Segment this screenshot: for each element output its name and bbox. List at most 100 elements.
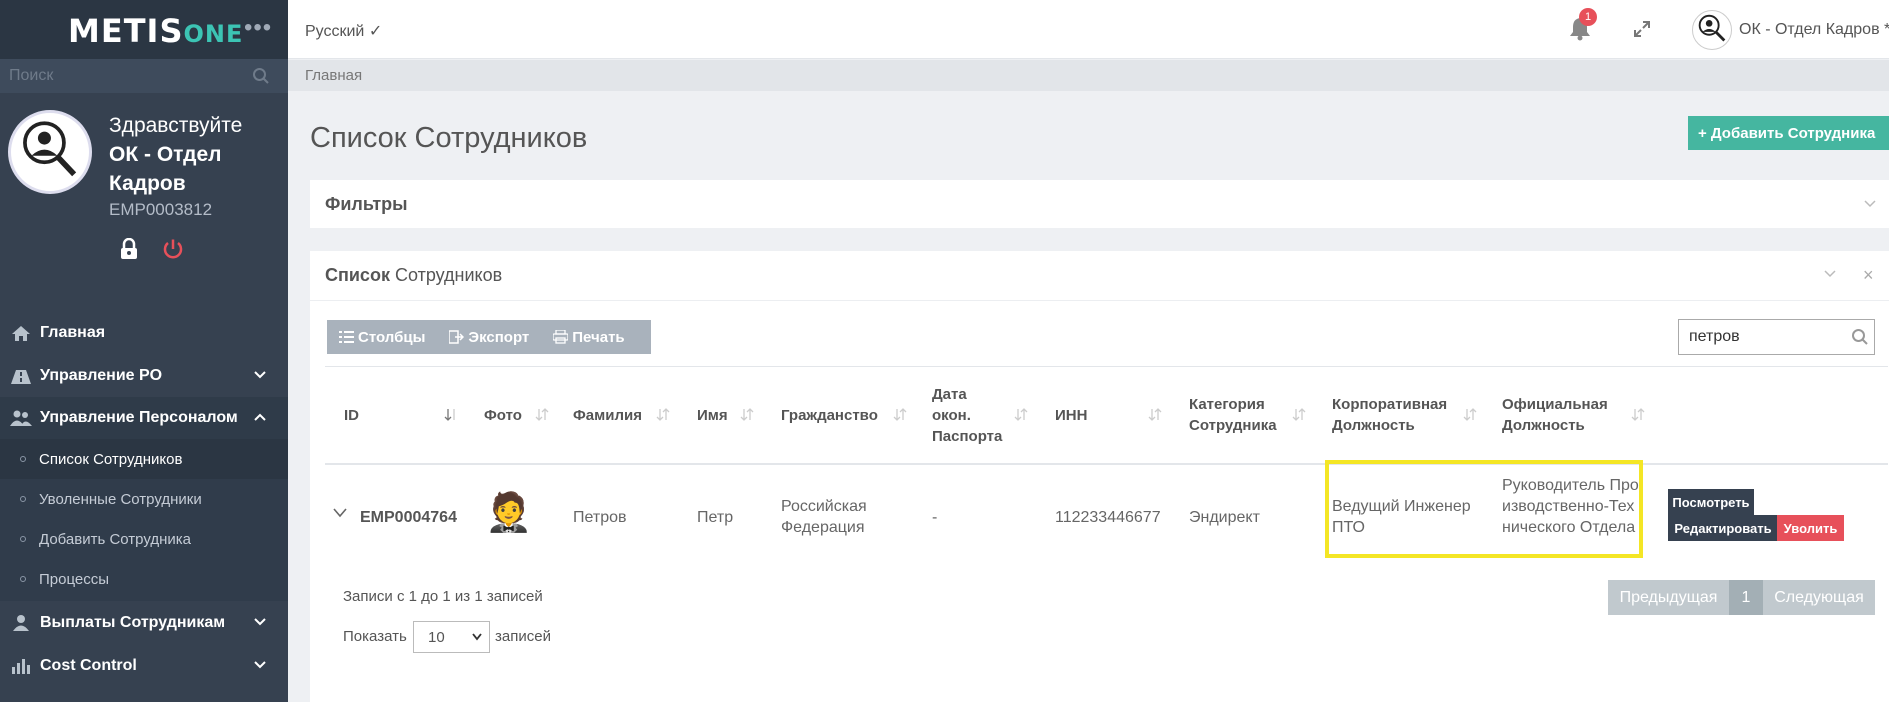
chevron-up-icon	[254, 413, 266, 421]
search-icon[interactable]	[252, 67, 270, 85]
sidebar-subitem-fired-employees[interactable]: Уволенные Сотрудники	[0, 479, 288, 519]
column-header-name[interactable]: Имя	[697, 405, 728, 426]
edit-button[interactable]: Редактировать	[1668, 515, 1778, 541]
sidebar-item-personnel[interactable]: Управление Персоналом	[0, 397, 288, 439]
language-selector[interactable]: Русский ✓	[305, 21, 382, 41]
sidebar-item-label: Cost Control	[40, 657, 137, 674]
sidebar-item-cost-control[interactable]: Cost Control	[0, 645, 288, 687]
sort-icon[interactable]	[1148, 407, 1162, 423]
close-icon[interactable]: ×	[1863, 265, 1874, 286]
sort-icon[interactable]	[1631, 407, 1645, 423]
lock-icon[interactable]	[119, 238, 139, 260]
page-length-value: 10	[428, 628, 445, 646]
column-header-surname[interactable]: Фамилия	[573, 405, 642, 426]
column-header-passport-expiry[interactable]: Дата окон. Паспорта	[932, 384, 1004, 447]
cell-id[interactable]: EMP0004764	[360, 507, 457, 528]
header-user-menu[interactable]: ОК - Отдел Кадров *	[1739, 21, 1889, 39]
divider	[310, 300, 1889, 301]
bullet-icon	[20, 496, 26, 502]
sidebar-subitem-label: Список Сотрудников	[39, 450, 183, 468]
sort-icon[interactable]	[1014, 407, 1028, 423]
sort-desc-icon[interactable]	[444, 407, 458, 423]
list-title-rest: Сотрудников	[389, 265, 503, 285]
prev-page-button[interactable]: Предыдущая	[1608, 580, 1729, 615]
user-search-icon	[23, 121, 77, 177]
sidebar-search-input[interactable]	[0, 59, 240, 93]
chevron-down-icon[interactable]	[333, 508, 347, 518]
logo-suffix: ONE	[183, 20, 244, 48]
export-icon	[449, 330, 465, 344]
columns-button[interactable]: Столбцы	[327, 320, 437, 354]
chevron-down-icon	[254, 371, 266, 379]
sidebar: METISONE ••• Здравствуйте ОК - Отдел Кад…	[0, 0, 288, 702]
cell-citizenship: Российская Федерация	[781, 498, 867, 536]
page-1-button[interactable]: 1	[1729, 580, 1763, 615]
sort-icon[interactable]	[893, 407, 907, 423]
collapse-icon[interactable]	[1823, 268, 1837, 280]
add-employee-button[interactable]: + Добавить Сотрудника	[1688, 116, 1889, 150]
records-info: Записи с 1 до 1 из 1 записей	[343, 588, 543, 605]
sidebar-item-label: Управление PO	[40, 367, 163, 384]
column-header-inn[interactable]: ИНН	[1055, 405, 1087, 426]
page-length-select[interactable]: 10	[413, 621, 490, 653]
employee-id: EMP0003812	[109, 200, 213, 219]
highlight-box	[1325, 460, 1643, 558]
column-header-corporate-position[interactable]: Корпоративная Должность	[1332, 394, 1462, 436]
sort-icon[interactable]	[535, 407, 549, 423]
home-icon	[12, 326, 30, 341]
profile: Здравствуйте ОК - Отдел Кадров EMP000381…	[0, 93, 288, 289]
avatar[interactable]	[8, 110, 92, 194]
export-button[interactable]: Экспорт	[437, 320, 541, 354]
divider	[325, 463, 1888, 465]
search-icon[interactable]	[1851, 328, 1869, 346]
chevron-down-icon[interactable]	[1863, 198, 1877, 210]
sort-icon[interactable]	[1292, 407, 1306, 423]
chevron-down-icon	[254, 661, 266, 669]
logo[interactable]: METISONE	[68, 12, 243, 50]
sort-icon[interactable]	[1463, 407, 1477, 423]
sidebar-subitem-employee-list[interactable]: Список Сотрудников	[0, 439, 288, 479]
sidebar-item-po[interactable]: Управление PO	[0, 355, 288, 397]
print-label: Печать	[572, 328, 625, 346]
column-header-citizenship[interactable]: Гражданство	[781, 405, 878, 426]
column-header-official-position[interactable]: Официальная Должность	[1502, 394, 1612, 436]
menu-toggle-icon[interactable]: •••	[244, 14, 272, 42]
bullet-icon	[20, 536, 26, 542]
bar-chart-icon	[12, 659, 30, 674]
sidebar-item-label: Управление Персоналом	[40, 409, 238, 426]
table-search	[1678, 319, 1875, 355]
breadcrumb: Главная	[288, 60, 1889, 91]
sidebar-item-payouts[interactable]: Выплаты Сотрудникам	[0, 602, 288, 644]
view-button[interactable]: Посмотреть	[1668, 489, 1754, 515]
sidebar-subitem-add-employee[interactable]: Добавить Сотрудника	[0, 519, 288, 559]
filters-panel[interactable]: Фильтры	[310, 180, 1889, 228]
table-search-input[interactable]	[1679, 320, 1839, 354]
column-header-photo[interactable]: Фото	[484, 405, 522, 426]
column-header-id[interactable]: ID	[344, 405, 359, 426]
sidebar-subitem-label: Уволенные Сотрудники	[39, 490, 202, 508]
logo-main: METIS	[68, 12, 184, 50]
fullscreen-icon[interactable]	[1633, 20, 1651, 38]
sidebar-subitem-label: Добавить Сотрудника	[39, 530, 191, 548]
users-icon	[10, 410, 32, 426]
breadcrumb-home[interactable]: Главная	[305, 67, 362, 84]
column-header-category[interactable]: Категория Сотрудника	[1189, 394, 1289, 436]
next-page-button[interactable]: Следующая	[1763, 580, 1875, 615]
top-header: Русский ✓ 1 ОК - Отдел Кадров *	[288, 0, 1889, 59]
employee-photo[interactable]: 🤵	[485, 491, 532, 535]
user-money-icon	[13, 615, 29, 631]
cell-surname: Петров	[573, 509, 627, 526]
fire-button[interactable]: Уволить	[1777, 515, 1844, 541]
sidebar-subitem-processes[interactable]: Процессы	[0, 559, 288, 599]
header-avatar[interactable]	[1692, 10, 1732, 50]
road-icon	[11, 370, 31, 384]
sort-icon[interactable]	[656, 407, 670, 423]
sidebar-item-home[interactable]: Главная	[0, 312, 288, 354]
bullet-icon	[20, 456, 26, 462]
sort-icon[interactable]	[740, 407, 754, 423]
employee-list-panel: Список Сотрудников × Столбцы Экспорт Печ…	[310, 251, 1889, 702]
filters-title: Фильтры	[325, 194, 408, 214]
print-button[interactable]: Печать	[541, 320, 636, 354]
power-icon[interactable]	[162, 238, 184, 260]
list-title-bold: Список	[325, 265, 390, 285]
